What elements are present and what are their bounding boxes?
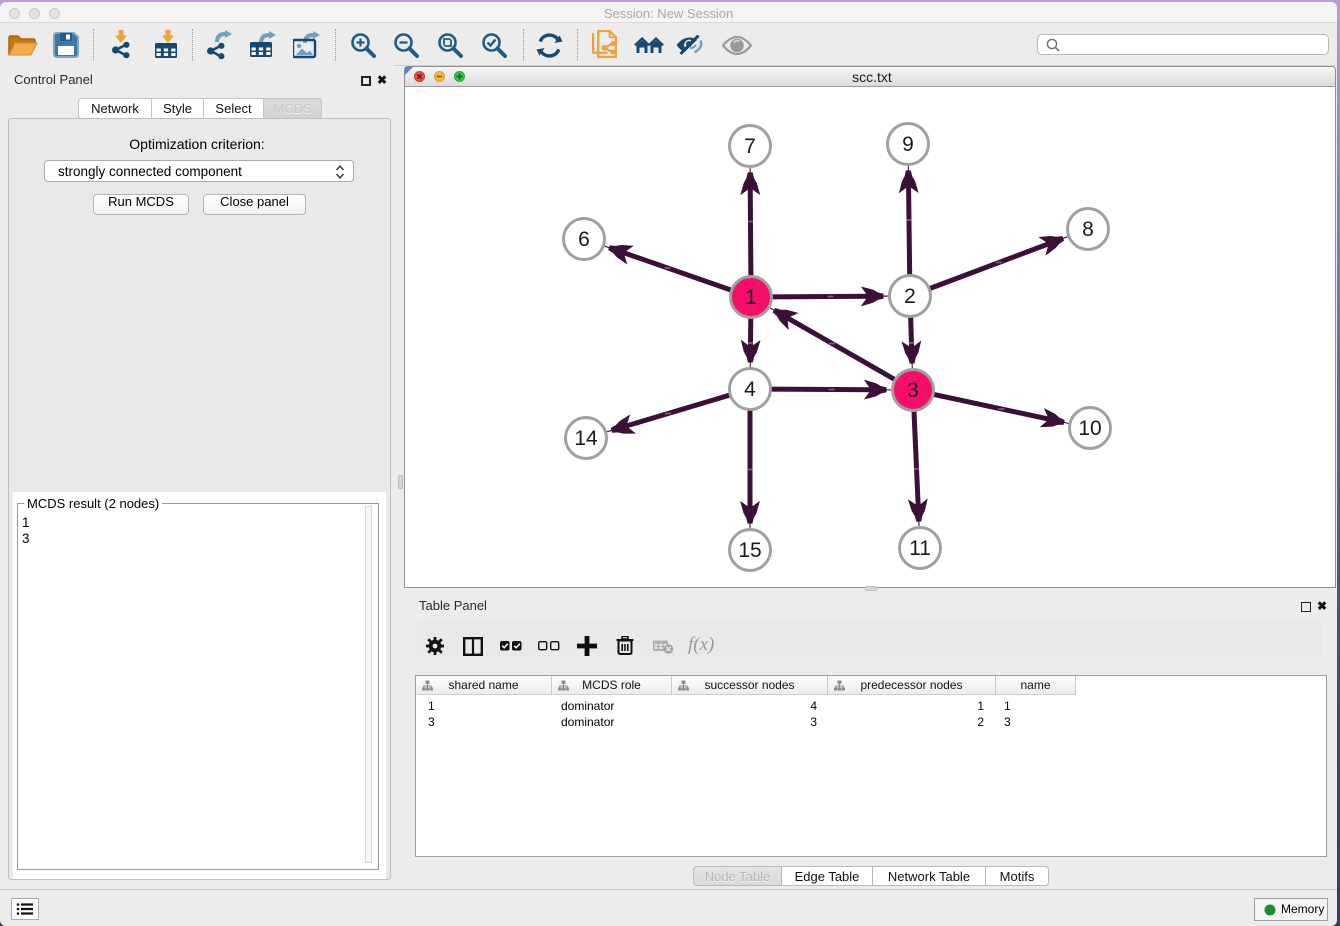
svg-text:14: 14 — [574, 427, 598, 450]
svg-text:1: 1 — [745, 286, 757, 309]
svg-text:11: 11 — [909, 537, 931, 560]
svg-text:7: 7 — [744, 135, 756, 158]
svg-text:9: 9 — [902, 133, 914, 156]
svg-text:6: 6 — [578, 228, 590, 251]
svg-text:8: 8 — [1082, 218, 1094, 241]
svg-text:2: 2 — [904, 285, 916, 308]
svg-text:4: 4 — [744, 378, 756, 401]
svg-text:3: 3 — [907, 379, 919, 402]
svg-text:15: 15 — [738, 539, 761, 562]
svg-text:10: 10 — [1078, 417, 1101, 440]
svg-text:f(x): f(x) — [688, 634, 714, 655]
